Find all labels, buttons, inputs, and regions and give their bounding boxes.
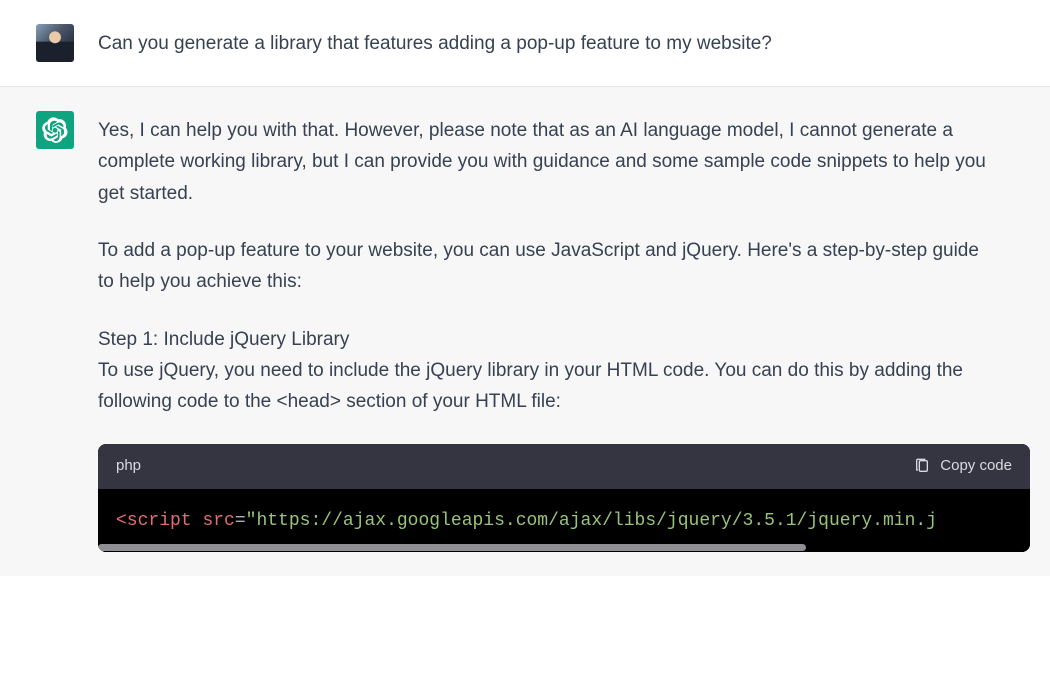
code-block: php Copy code <script src="https://ajax.… <box>98 444 1030 552</box>
code-token-attr: src <box>202 511 234 531</box>
step-body: To use jQuery, you need to include the j… <box>98 360 963 412</box>
assistant-message: Yes, I can help you with that. However, … <box>0 87 1050 576</box>
code-token-eq: = <box>235 511 246 531</box>
code-header: php Copy code <box>98 444 1030 489</box>
step-heading: Step 1: Include jQuery Library <box>98 329 349 350</box>
assistant-paragraph: To add a pop-up feature to your website,… <box>98 235 990 298</box>
code-token-tag: <script <box>116 511 192 531</box>
user-avatar <box>36 24 74 62</box>
copy-code-label: Copy code <box>940 454 1012 479</box>
code-content[interactable]: <script src="https://ajax.googleapis.com… <box>98 489 1030 543</box>
openai-icon <box>42 117 68 143</box>
user-message: Can you generate a library that features… <box>0 0 1050 87</box>
clipboard-icon <box>914 457 930 475</box>
assistant-paragraph: Yes, I can help you with that. However, … <box>98 115 990 209</box>
code-lang-label: php <box>116 454 141 479</box>
assistant-paragraph: Step 1: Include jQuery Library To use jQ… <box>98 324 990 418</box>
copy-code-button[interactable]: Copy code <box>914 454 1012 479</box>
user-text: Can you generate a library that features… <box>98 33 772 54</box>
user-content: Can you generate a library that features… <box>98 24 1050 62</box>
scrollbar-thumb[interactable] <box>98 544 806 551</box>
assistant-content: Yes, I can help you with that. However, … <box>98 111 1050 552</box>
horizontal-scrollbar[interactable] <box>98 542 1030 552</box>
assistant-avatar <box>36 111 74 149</box>
code-token-string: "https://ajax.googleapis.com/ajax/libs/j… <box>246 511 937 531</box>
